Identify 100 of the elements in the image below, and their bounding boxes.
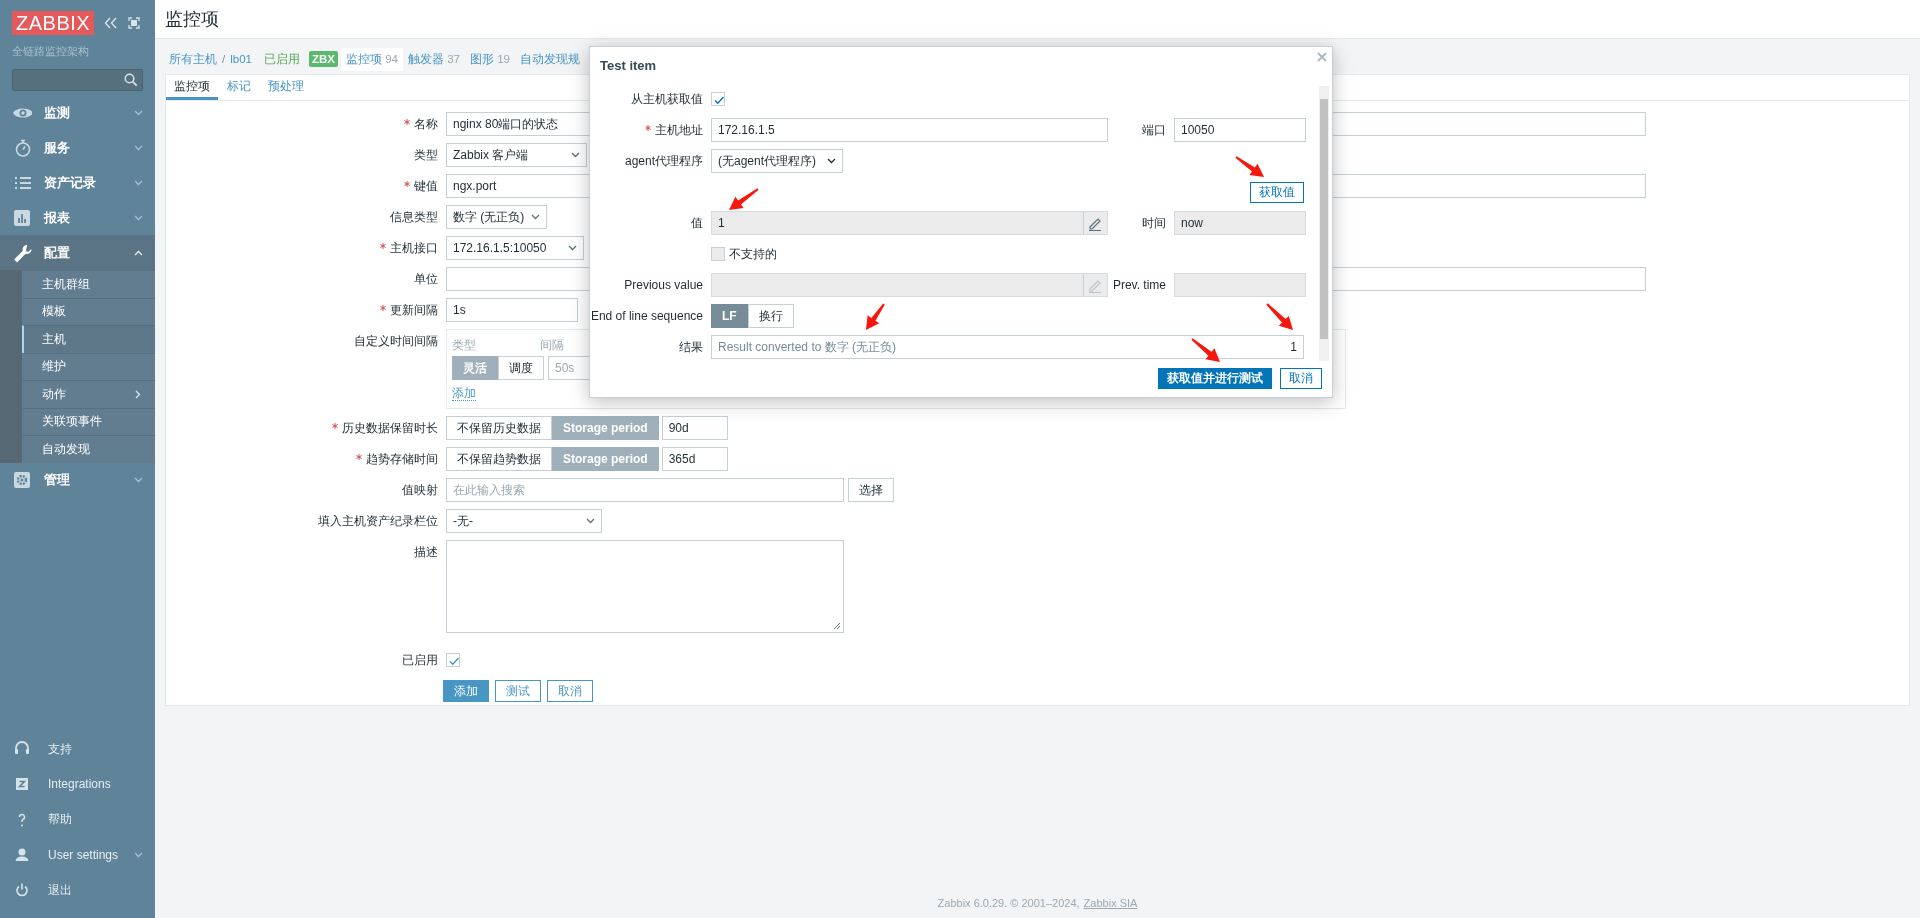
field-label: 键值 bbox=[414, 177, 438, 195]
form-tab[interactable]: 监控项 bbox=[166, 75, 218, 100]
dialog-button[interactable]: 获取值并进行测试 bbox=[1158, 368, 1272, 389]
select-field[interactable]: 172.16.1.5:10050 bbox=[446, 236, 584, 260]
close-icon[interactable] bbox=[1317, 52, 1327, 62]
checkbox[interactable] bbox=[446, 653, 460, 667]
form-tab[interactable]: 预处理 bbox=[260, 75, 312, 100]
text-field[interactable]: 90d bbox=[661, 416, 728, 440]
chevron-down-icon bbox=[571, 152, 580, 158]
select-field[interactable]: 数字 (无正负) bbox=[446, 205, 547, 229]
wrench-icon bbox=[12, 242, 32, 263]
checkbox[interactable] bbox=[711, 247, 725, 261]
chevron-down-icon bbox=[134, 852, 144, 859]
add-link[interactable]: 添加 bbox=[452, 386, 476, 401]
breadcrumb-separator: / bbox=[221, 53, 227, 65]
submenu-item[interactable]: 主机群组 bbox=[22, 270, 155, 298]
breadcrumb-link[interactable]: 所有主机 bbox=[165, 51, 221, 67]
annotation-arrow bbox=[866, 303, 885, 330]
result-field: Result converted to 数字 (无正负) 1 bbox=[711, 335, 1304, 359]
select-field[interactable]: (无agent代理程序) bbox=[711, 149, 843, 173]
field-label: 自定义时间间隔 bbox=[354, 332, 438, 350]
annotation-arrow bbox=[1235, 156, 1264, 177]
chevron-right-icon bbox=[135, 389, 141, 399]
chevron-down-icon bbox=[531, 214, 540, 220]
field-label: 单位 bbox=[414, 270, 438, 288]
field-label: agent代理程序 bbox=[624, 152, 703, 170]
form-button[interactable]: 取消 bbox=[547, 680, 593, 702]
sidebar-subtitle: 全链路监控架构 bbox=[11, 44, 90, 59]
column-header: 间隔 bbox=[540, 336, 564, 354]
host-nav-tab[interactable]: 自动发现规 bbox=[514, 47, 585, 71]
submenu-item[interactable]: 自动发现 bbox=[22, 435, 155, 463]
interface-badge: ZBX bbox=[308, 51, 338, 67]
menu-item[interactable]: 服务 bbox=[0, 130, 155, 165]
menu-item[interactable]: 资产记录 bbox=[0, 165, 155, 200]
chevron-down-icon bbox=[827, 158, 836, 164]
search-field[interactable] bbox=[12, 69, 143, 91]
field-label: 趋势存储时间 bbox=[366, 450, 438, 468]
select-button[interactable]: 选择 bbox=[848, 478, 894, 502]
field-label: 从主机获取值 bbox=[631, 90, 703, 108]
status-label[interactable]: 已启用 bbox=[255, 51, 306, 67]
search-field[interactable]: 在此输入搜索 bbox=[446, 478, 844, 502]
submenu-item[interactable]: 维护 bbox=[22, 352, 155, 380]
chevron-down-icon bbox=[134, 477, 143, 483]
field-label: 类型 bbox=[414, 146, 438, 164]
segment-option[interactable]: LF bbox=[711, 304, 748, 328]
scrollbar[interactable] bbox=[1319, 86, 1329, 361]
host-nav-tab[interactable]: 监控项 94 bbox=[340, 47, 403, 71]
get-value-button[interactable]: 获取值 bbox=[1250, 181, 1304, 203]
form-button[interactable]: 测试 bbox=[495, 680, 541, 702]
text-field[interactable]: 10050 bbox=[1174, 118, 1306, 142]
breadcrumb-link[interactable]: lb01 bbox=[226, 53, 256, 65]
bar-chart-icon bbox=[12, 207, 32, 228]
value-field[interactable]: 1 bbox=[711, 211, 1108, 235]
field-label: End of line sequence bbox=[590, 309, 703, 323]
text-field[interactable]: 172.16.1.5 bbox=[711, 118, 1108, 142]
checkbox-label: 不支持的 bbox=[729, 245, 777, 263]
segment-option[interactable]: Storage period bbox=[552, 447, 659, 471]
segment-option[interactable]: 调度 bbox=[498, 356, 544, 380]
field-label: 主机地址 bbox=[655, 121, 703, 139]
menu-item[interactable]: 监测 bbox=[0, 95, 155, 130]
field-label: Prev. time bbox=[1112, 278, 1166, 292]
gear-icon bbox=[12, 470, 32, 490]
menu-item[interactable]: 退出 bbox=[0, 872, 155, 908]
field-label: 填入主机资产纪录栏位 bbox=[318, 512, 438, 530]
menu-item[interactable]: User settings bbox=[0, 837, 155, 873]
annotation-arrow bbox=[729, 188, 759, 210]
segment-option[interactable]: 不保留历史数据 bbox=[446, 416, 552, 440]
select-field[interactable]: Zabbix 客户端 bbox=[446, 143, 587, 167]
segment-option[interactable]: 换行 bbox=[747, 304, 794, 328]
submenu-item[interactable]: 主机 bbox=[22, 325, 155, 353]
submenu-item[interactable]: 关联项事件 bbox=[22, 407, 155, 435]
select-field[interactable]: -无- bbox=[446, 509, 602, 533]
page-title: 监控项 bbox=[165, 8, 219, 31]
menu-item[interactable]: 管理 bbox=[0, 462, 155, 498]
dialog-button[interactable]: 取消 bbox=[1280, 368, 1322, 389]
menu-item[interactable]: 帮助 bbox=[0, 802, 155, 838]
resize-grip-icon[interactable] bbox=[833, 622, 841, 630]
chevron-down-icon bbox=[568, 245, 577, 251]
footer-link[interactable]: Zabbix SIA bbox=[1083, 897, 1138, 909]
kiosk-mode-icon[interactable] bbox=[128, 17, 141, 29]
segment-option[interactable]: 不保留趋势数据 bbox=[446, 447, 552, 471]
menu-item[interactable]: Integrations bbox=[0, 766, 155, 803]
collapse-icon[interactable] bbox=[104, 17, 119, 29]
form-button[interactable]: 添加 bbox=[443, 680, 489, 702]
chevron-down-icon bbox=[134, 214, 143, 221]
submenu-item[interactable]: 模板 bbox=[22, 297, 155, 325]
text-field[interactable]: 365d bbox=[661, 447, 728, 471]
host-nav-tab[interactable]: 触发器 37 bbox=[402, 47, 465, 71]
menu-item[interactable]: 支持 bbox=[0, 731, 155, 767]
text-field[interactable]: 1s bbox=[446, 298, 578, 322]
segment-option[interactable]: 灵活 bbox=[452, 356, 498, 380]
menu-item[interactable]: 配置 bbox=[0, 235, 155, 270]
menu-item[interactable]: 报表 bbox=[0, 200, 155, 235]
segment-option[interactable]: Storage period bbox=[552, 416, 659, 440]
time-field: now bbox=[1174, 211, 1306, 235]
zabbix-logo: ZABBIX bbox=[12, 11, 95, 35]
host-nav-tab[interactable]: 图形 19 bbox=[464, 47, 515, 71]
form-tab[interactable]: 标记 bbox=[219, 75, 259, 100]
submenu-item[interactable]: 动作 bbox=[22, 380, 155, 408]
checkbox[interactable] bbox=[711, 92, 725, 106]
